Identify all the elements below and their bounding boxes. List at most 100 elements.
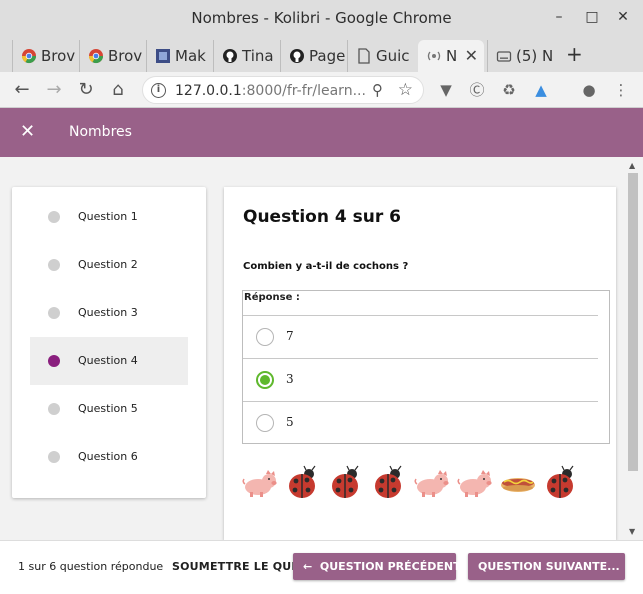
question-item-2[interactable]: Question 2 (30, 241, 188, 289)
browser-tab-active[interactable]: N ✕ (418, 40, 484, 72)
ladybug-icon (371, 465, 407, 501)
kolibri-icon (427, 51, 441, 61)
scroll-down-icon[interactable]: ▼ (629, 527, 635, 536)
answer-label: Réponse : (244, 292, 300, 303)
browser-tab[interactable]: Guic (347, 40, 413, 72)
scroll-up-icon[interactable]: ▲ (629, 161, 635, 170)
question-heading: Question 4 sur 6 (243, 207, 401, 227)
question-panel: Question 4 sur 6 Combien y a-t-il de coc… (224, 187, 616, 540)
browser-tab[interactable]: Tina (213, 40, 279, 72)
option-text: 5 (286, 415, 294, 429)
question-item-4[interactable]: Question 4 (30, 337, 188, 385)
window-titlebar: Nombres - Kolibri - Google Chrome – □ ✕ (0, 0, 643, 36)
arrow-right-icon: → (627, 560, 637, 573)
blue-square-icon (156, 49, 170, 63)
url-host: 127.0.0.1 (175, 83, 242, 99)
tab-label: N (446, 47, 458, 65)
option-text: 3 (286, 372, 294, 386)
submit-quiz-button[interactable]: SOUMETTRE LE QUIZ (172, 560, 304, 573)
radio-button[interactable] (256, 414, 274, 432)
menu-kebab-icon[interactable]: ⋮ (612, 81, 630, 99)
previous-question-button[interactable]: ← QUESTION PRÉCÉDENTE (293, 553, 468, 580)
question-status-dot (48, 355, 60, 367)
tab-label: Tina (242, 47, 274, 65)
chrome-icon (88, 49, 104, 64)
answer-option[interactable]: 5 (243, 401, 598, 444)
scrollbar-thumb[interactable] (628, 173, 638, 471)
question-item-3[interactable]: Question 3 (30, 289, 188, 337)
browser-toolbar: ← → ↻ ⌂ i 127.0.0.1:8000/fr-fr/learn... … (0, 72, 643, 108)
browser-tab[interactable]: (5) N (487, 40, 553, 72)
progress-text: 1 sur 6 question répondue (18, 560, 164, 573)
chrome-icon (21, 49, 37, 64)
question-label: Question 2 (78, 258, 138, 271)
github-icon (290, 49, 304, 63)
next-question-label: QUESTION SUIVANTE... (478, 560, 620, 573)
question-label: Question 1 (78, 210, 138, 223)
new-tab-icon[interactable]: + (566, 42, 583, 66)
ladybug-icon (543, 465, 579, 501)
forward-icon[interactable]: → (44, 80, 64, 100)
question-item-6[interactable]: Question 6 (30, 433, 188, 481)
upload-extension-icon[interactable]: ▲ (532, 81, 550, 99)
zoom-icon[interactable]: ⚲ (372, 81, 383, 99)
reload-icon[interactable]: ↻ (76, 80, 96, 100)
radio-button[interactable] (256, 371, 274, 389)
info-icon[interactable]: i (151, 83, 166, 98)
radio-button[interactable] (256, 328, 274, 346)
answer-box: Réponse : 7 3 5 (242, 290, 610, 444)
close-window-icon[interactable]: ✕ (615, 9, 631, 25)
profile-avatar-icon[interactable]: ● (580, 81, 598, 99)
maximize-icon[interactable]: □ (584, 9, 600, 25)
answer-option[interactable]: 7 (243, 315, 598, 358)
tab-label: Guic (376, 47, 410, 65)
question-label: Question 6 (78, 450, 138, 463)
pig-icon (457, 465, 493, 501)
tab-label: (5) N (516, 47, 553, 65)
minimize-icon[interactable]: – (551, 9, 567, 25)
browser-tab[interactable]: Mak (146, 40, 212, 72)
recycle-extension-icon[interactable]: ♻ (500, 81, 518, 99)
next-question-button[interactable]: QUESTION SUIVANTE... → (468, 553, 637, 580)
pig-icon (242, 465, 278, 501)
option-text: 7 (286, 329, 294, 343)
question-label: Question 3 (78, 306, 138, 319)
ladybug-icon (285, 465, 321, 501)
page-scrollbar[interactable]: ▲ ▼ (625, 157, 643, 540)
pig-icon (414, 465, 450, 501)
arrow-left-icon: ← (303, 560, 313, 573)
close-tab-icon[interactable]: ✕ (465, 46, 478, 65)
close-icon[interactable]: ✕ (20, 121, 35, 142)
window-title: Nombres - Kolibri - Google Chrome (191, 9, 452, 27)
back-icon[interactable]: ← (12, 80, 32, 100)
browser-tab[interactable]: Brov (79, 40, 145, 72)
keyboard-icon (496, 51, 512, 62)
tab-strip: Brov Brov Mak Tina Page Guic N ✕ (5) N (0, 36, 643, 72)
url-text: 127.0.0.1:8000/fr-fr/learn... (175, 83, 366, 99)
question-text: Combien y a-t-il de cochons ? (243, 261, 409, 272)
app-bar: ✕ Nombres (0, 108, 643, 157)
browser-tab[interactable]: Page (280, 40, 346, 72)
ladybug-icon (328, 465, 364, 501)
question-label: Question 4 (78, 354, 138, 367)
wappalyzer-extension-icon[interactable]: Ⓒ (468, 81, 486, 99)
bookmark-star-icon[interactable]: ☆ (398, 80, 413, 100)
counting-pictures (242, 465, 587, 501)
github-icon (223, 49, 237, 63)
url-path: :8000/fr-fr/learn... (241, 83, 366, 99)
tab-label: Mak (175, 47, 206, 65)
question-item-1[interactable]: Question 1 (30, 193, 188, 241)
home-icon[interactable]: ⌂ (108, 80, 128, 100)
question-status-dot (48, 211, 60, 223)
question-label: Question 5 (78, 402, 138, 415)
question-list: Question 1 Question 2 Question 3 Questio… (12, 187, 206, 498)
tab-label: Brov (108, 47, 143, 65)
previous-question-label: QUESTION PRÉCÉDENTE (319, 560, 469, 573)
question-item-5[interactable]: Question 5 (30, 385, 188, 433)
answer-option[interactable]: 3 (243, 358, 598, 401)
browser-tab[interactable]: Brov (12, 40, 78, 72)
vuetify-extension-icon[interactable]: ▼ (437, 81, 455, 99)
question-status-dot (48, 451, 60, 463)
address-bar[interactable]: i 127.0.0.1:8000/fr-fr/learn... ⚲ ☆ (142, 76, 424, 104)
quiz-footer: 1 sur 6 question répondue SOUMETTRE LE Q… (0, 540, 643, 594)
